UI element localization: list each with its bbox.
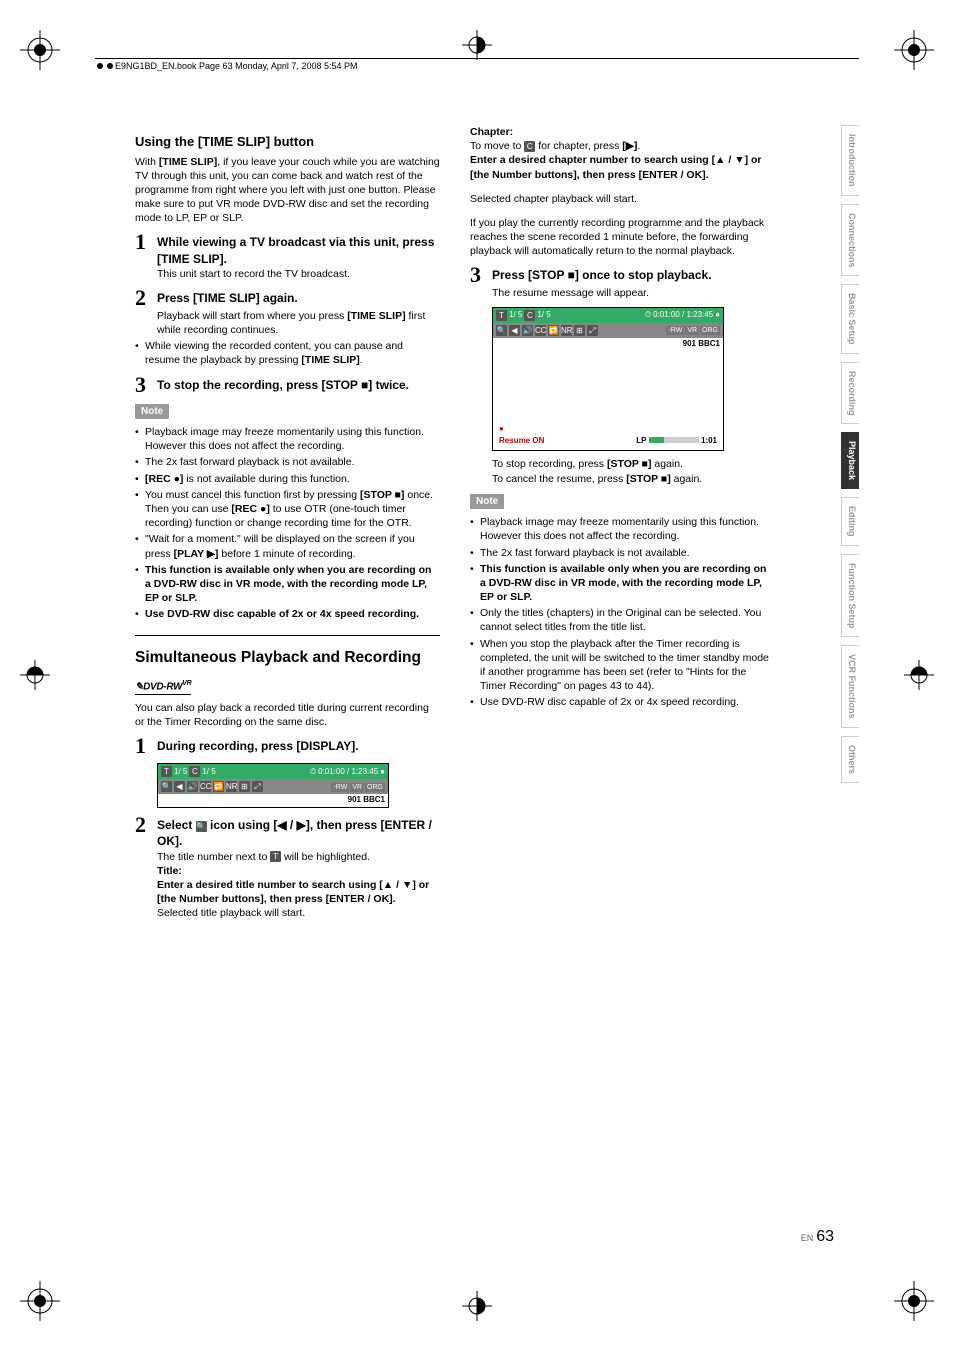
chapter-after: Selected chapter playback will start. — [470, 192, 775, 206]
osd-display-2: T 1/ 5 C 1/ 5 ⏱ 0:01:00 / 1:23:45 ● 🔍◀🔊C… — [492, 307, 724, 452]
dvd-rw-badge: ✎DVD-RWVR — [135, 679, 191, 695]
after-osd-1: To stop recording, press [STOP ■] again. — [492, 457, 775, 471]
note-item: Playback image may freeze momentarily us… — [470, 515, 775, 543]
title-label: Title: — [157, 864, 440, 878]
header-text: E9NG1BD_EN.book Page 63 Monday, April 7,… — [115, 61, 357, 71]
progress-bar — [649, 437, 699, 443]
step-2-body: Playback will start from where you press… — [157, 309, 440, 337]
step-2-bullet: While viewing the recorded content, you … — [135, 339, 440, 367]
tab-basic-setup[interactable]: Basic Setup — [841, 284, 859, 354]
title-icon: T — [270, 851, 281, 862]
step-1-title: While viewing a TV broadcast via this un… — [157, 231, 440, 266]
right-step-3-body: The resume message will appear. — [492, 286, 775, 300]
step-3-title: To stop the recording, press [STOP ■] tw… — [157, 374, 409, 393]
crop-mark-icon — [894, 30, 934, 70]
rec-icon — [499, 424, 506, 435]
note-item: Use DVD-RW disc capable of 2x or 4x spee… — [470, 695, 775, 709]
simul-step-1: During recording, press [DISPLAY]. — [157, 735, 359, 754]
heading-simultaneous: Simultaneous Playback and Recording — [135, 648, 440, 669]
crop-mark-icon — [20, 1281, 60, 1321]
note-label: Note — [135, 404, 169, 420]
note-item: When you stop the playback after the Tim… — [470, 637, 775, 694]
paragraph: If you play the currently recording prog… — [470, 216, 775, 259]
title-body: Enter a desired title number to search u… — [157, 878, 440, 906]
note-item: [REC ●] is not available during this fun… — [135, 472, 440, 486]
title-after: Selected title playback will start. — [157, 906, 440, 920]
note-item: Playback image may freeze momentarily us… — [135, 425, 440, 453]
crop-mark-icon — [20, 30, 60, 70]
crop-mark-icon — [899, 655, 939, 695]
note-item: Only the titles (chapters) in the Origin… — [470, 606, 775, 634]
tab-introduction[interactable]: Introduction — [841, 125, 859, 196]
note-item: "Wait for a moment." will be displayed o… — [135, 532, 440, 560]
right-column: Chapter: To move to C for chapter, press… — [470, 125, 775, 921]
note-item: You must cancel this function first by p… — [135, 488, 440, 531]
note-item: This function is available only when you… — [135, 563, 440, 606]
chapter-icon: C — [524, 141, 535, 152]
step-2-title: Press [TIME SLIP] again. — [157, 287, 298, 306]
right-step-3: Press [STOP ■] once to stop playback. — [492, 264, 712, 283]
crop-mark-icon — [457, 1286, 497, 1326]
step-1-body: This unit start to record the TV broadca… — [157, 267, 440, 281]
heading-time-slip: Using the [TIME SLIP] button — [135, 133, 440, 151]
tab-recording[interactable]: Recording — [841, 362, 859, 425]
chapter-label: Chapter: — [470, 125, 775, 139]
intro-text: With [TIME SLIP], if you leave your couc… — [135, 155, 440, 226]
resume-label: Resume ON — [499, 436, 544, 447]
simul-step-2: Select 🔍 icon using [◀ / ▶], then press … — [157, 814, 440, 849]
tab-connections[interactable]: Connections — [841, 204, 859, 277]
note-item: Use DVD-RW disc capable of 2x or 4x spee… — [135, 607, 440, 621]
tab-playback[interactable]: Playback — [841, 432, 859, 489]
tab-editing[interactable]: Editing — [841, 497, 859, 546]
note-item: This function is available only when you… — [470, 562, 775, 605]
chapter-line1: To move to C for chapter, press [▶]. — [470, 139, 775, 153]
section-tabs: Introduction Connections Basic Setup Rec… — [841, 125, 859, 783]
note-label: Note — [470, 494, 504, 510]
tab-others[interactable]: Others — [841, 736, 859, 783]
note-item: The 2x fast forward playback is not avai… — [135, 455, 440, 469]
osd-display-1: T 1/ 5 C 1/ 5 ⏱ 0:01:00 / 1:23:45 ● 🔍◀🔊C… — [157, 763, 389, 808]
after-osd-2: To cancel the resume, press [STOP ■] aga… — [492, 472, 775, 486]
note-item: The 2x fast forward playback is not avai… — [470, 546, 775, 560]
page-header: E9NG1BD_EN.book Page 63 Monday, April 7,… — [95, 58, 859, 73]
tab-vcr-functions[interactable]: VCR Functions — [841, 645, 859, 728]
left-column: Using the [TIME SLIP] button With [TIME … — [135, 125, 440, 921]
search-icon: 🔍 — [196, 821, 207, 832]
simul-intro: You can also play back a recorded title … — [135, 701, 440, 729]
simul-step-2-body: The title number next to T will be highl… — [157, 850, 440, 864]
crop-mark-icon — [15, 655, 55, 695]
tab-function-setup[interactable]: Function Setup — [841, 554, 859, 638]
chapter-body: Enter a desired chapter number to search… — [470, 153, 775, 181]
crop-mark-icon — [894, 1281, 934, 1321]
page-number: EN63 — [801, 1228, 834, 1246]
